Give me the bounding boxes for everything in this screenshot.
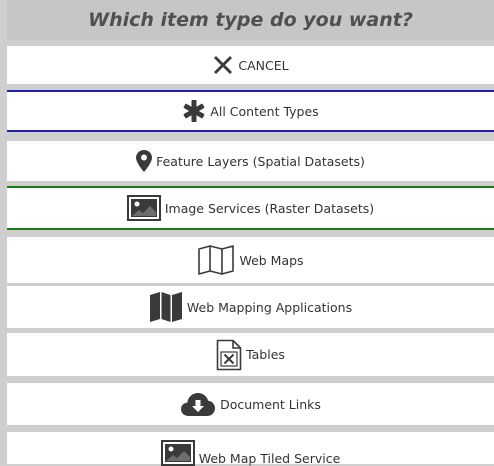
dialog-title: Which item type do you want? — [88, 9, 413, 31]
selection-bottom-border — [7, 130, 494, 132]
asterisk-icon — [182, 99, 206, 123]
all-content-types-label: All Content Types — [210, 103, 319, 119]
image-icon — [160, 440, 195, 466]
web-mapping-applications-label: Web Mapping Applications — [186, 299, 353, 315]
option-all-content-types[interactable]: All Content Types — [7, 92, 494, 130]
map-outline-icon — [197, 245, 235, 275]
option-document-links[interactable]: Document Links — [7, 383, 494, 425]
cancel-button[interactable]: CANCEL — [7, 46, 494, 84]
web-maps-label: Web Maps — [239, 252, 304, 268]
image-icon — [126, 195, 161, 221]
option-web-maps[interactable]: Web Maps — [7, 237, 494, 283]
highlight-bottom-border — [7, 228, 494, 230]
close-icon — [212, 54, 234, 76]
map-filled-icon — [149, 291, 183, 323]
image-services-label: Image Services (Raster Datasets) — [164, 200, 375, 216]
document-links-label: Document Links — [220, 396, 321, 412]
feature-layers-label: Feature Layers (Spatial Datasets) — [156, 153, 365, 169]
tables-label: Tables — [246, 347, 285, 362]
item-type-dialog: Which item type do you want? CANCEL All … — [0, 0, 494, 466]
excel-file-icon — [216, 339, 242, 371]
map-marker-icon — [136, 150, 153, 172]
option-tables[interactable]: Tables — [7, 333, 494, 376]
option-image-services[interactable]: Image Services (Raster Datasets) — [7, 188, 494, 228]
dialog-header: Which item type do you want? — [7, 0, 494, 40]
cloud-download-icon — [180, 391, 216, 417]
option-web-map-tiled-service[interactable]: Web Map Tiled Service — [7, 432, 494, 466]
cancel-label: CANCEL — [238, 57, 289, 73]
option-feature-layers[interactable]: Feature Layers (Spatial Datasets) — [7, 141, 494, 181]
option-web-mapping-applications[interactable]: Web Mapping Applications — [7, 286, 494, 328]
